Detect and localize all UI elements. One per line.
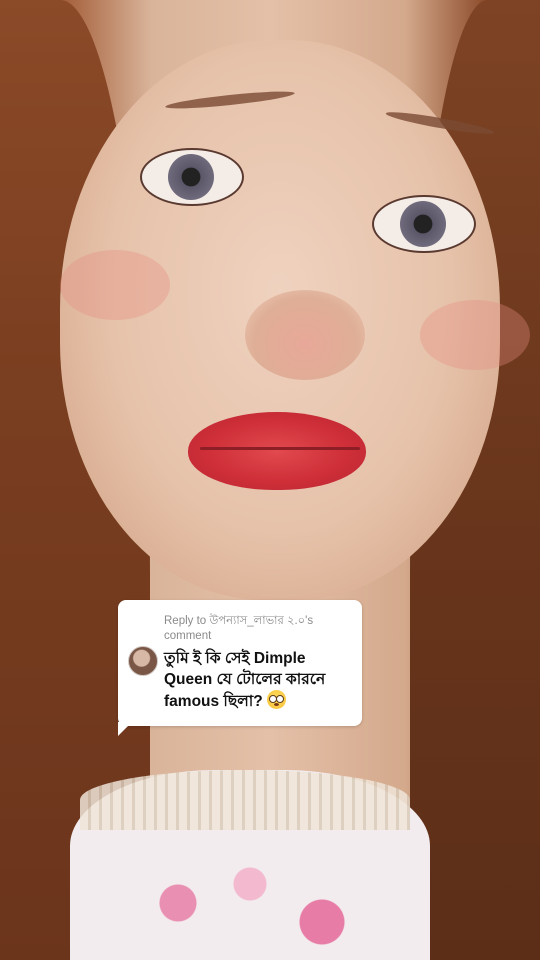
eye-right — [372, 195, 476, 253]
comment-text: তুমি ই কি সেই Dimple Queen যে টোলের কারন… — [164, 648, 356, 712]
flushed-face-emoji-icon — [266, 690, 286, 709]
blouse-lace — [80, 770, 410, 830]
reply-comment-card[interactable]: Reply to উপন্যাস_লাভার ২.০'s comment তুম… — [118, 600, 362, 726]
comment-body: তুমি ই কি সেই Dimple Queen যে টোলের কারন… — [164, 650, 326, 710]
reply-to-label: Reply to উপন্যাস_লাভার ২.০'s comment — [164, 615, 314, 642]
eye-left — [140, 148, 244, 206]
video-frame[interactable] — [0, 0, 540, 960]
reply-card-tail — [118, 722, 132, 736]
lips-line — [200, 447, 360, 450]
cheek-left — [60, 250, 170, 320]
commenter-avatar[interactable] — [128, 646, 158, 676]
cheek-right — [420, 300, 530, 370]
nose — [245, 290, 365, 380]
lips — [188, 412, 366, 490]
